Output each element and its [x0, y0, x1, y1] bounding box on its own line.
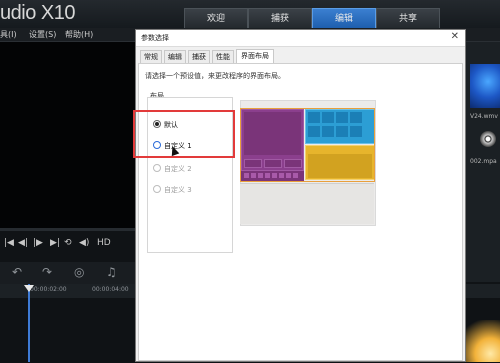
playhead[interactable]	[28, 284, 30, 362]
tab-general[interactable]: 常规	[140, 50, 162, 63]
play-icon[interactable]: |▶	[33, 238, 43, 248]
dialog-title: 参数选择	[141, 34, 169, 42]
undo-icon[interactable]: ↶	[12, 265, 22, 279]
hd-label[interactable]: HD	[97, 238, 111, 248]
dialog-title-bar[interactable]: 参数选择 ✕	[136, 30, 465, 47]
radio-button	[153, 185, 161, 193]
record-icon[interactable]: ◎	[74, 265, 84, 279]
ruler-tick: 00:00:04:00	[92, 286, 129, 293]
tab-share[interactable]: 共享	[376, 8, 440, 28]
redo-icon[interactable]: ↷	[42, 265, 52, 279]
prev-frame-icon[interactable]: ◀|	[18, 238, 28, 248]
volume-icon[interactable]: ◀)	[79, 238, 89, 248]
menu-help[interactable]: 帮助(H)	[65, 29, 93, 40]
timeline-ruler	[466, 284, 500, 298]
preview-frame	[240, 108, 375, 182]
tab-edit[interactable]: 编辑	[312, 8, 376, 28]
preview-timeline-zone	[240, 183, 374, 224]
close-icon[interactable]: ✕	[451, 31, 459, 42]
preview-scrubber[interactable]	[0, 228, 135, 231]
preview-window	[0, 42, 136, 228]
thumbnail-label: 002.mpa	[470, 158, 497, 165]
tab-editing[interactable]: 编辑	[164, 50, 186, 63]
playback-controls: |◀ ◀| |▶ ▶| ⟲ ◀) HD	[0, 234, 135, 254]
repeat-icon[interactable]: ⟲	[64, 238, 72, 248]
thumbnail-label: V24.wmv	[470, 113, 498, 120]
audio-mixer-icon[interactable]: ♫	[106, 265, 117, 279]
preferences-dialog: 参数选择 ✕ 常规 编辑 捕获 性能 界面布局 请选择一个预设值，来更改程序的界…	[133, 29, 466, 362]
home-icon[interactable]: |◀	[4, 238, 14, 248]
app-title: udio X10	[0, 2, 75, 24]
radio-custom-3: 自定义 3	[153, 185, 192, 195]
radio-label: 自定义 3	[164, 186, 192, 194]
playhead-handle[interactable]	[24, 285, 34, 292]
layout-description: 请选择一个预设值，来更改程序的界面布局。	[145, 72, 285, 80]
radio-custom-2: 自定义 2	[153, 164, 192, 174]
radio-label: 自定义 2	[164, 165, 192, 173]
tab-performance[interactable]: 性能	[212, 50, 234, 63]
library-thumbnail[interactable]	[470, 64, 500, 108]
ruler-tick: 00:00:02:00	[30, 286, 67, 293]
tab-ui-layout[interactable]: 界面布局	[236, 49, 274, 63]
highlight-box	[133, 110, 235, 158]
radio-button	[153, 164, 161, 172]
menu-settings[interactable]: 设置(S)	[29, 29, 56, 40]
tab-capture[interactable]: 捕获	[248, 8, 312, 28]
menu-tools[interactable]: 具(I)	[0, 29, 17, 40]
tab-capture-settings[interactable]: 捕获	[188, 50, 210, 63]
next-frame-icon[interactable]: ▶|	[50, 238, 60, 248]
tab-welcome[interactable]: 欢迎	[184, 8, 248, 28]
audio-disc-icon[interactable]	[480, 131, 496, 147]
